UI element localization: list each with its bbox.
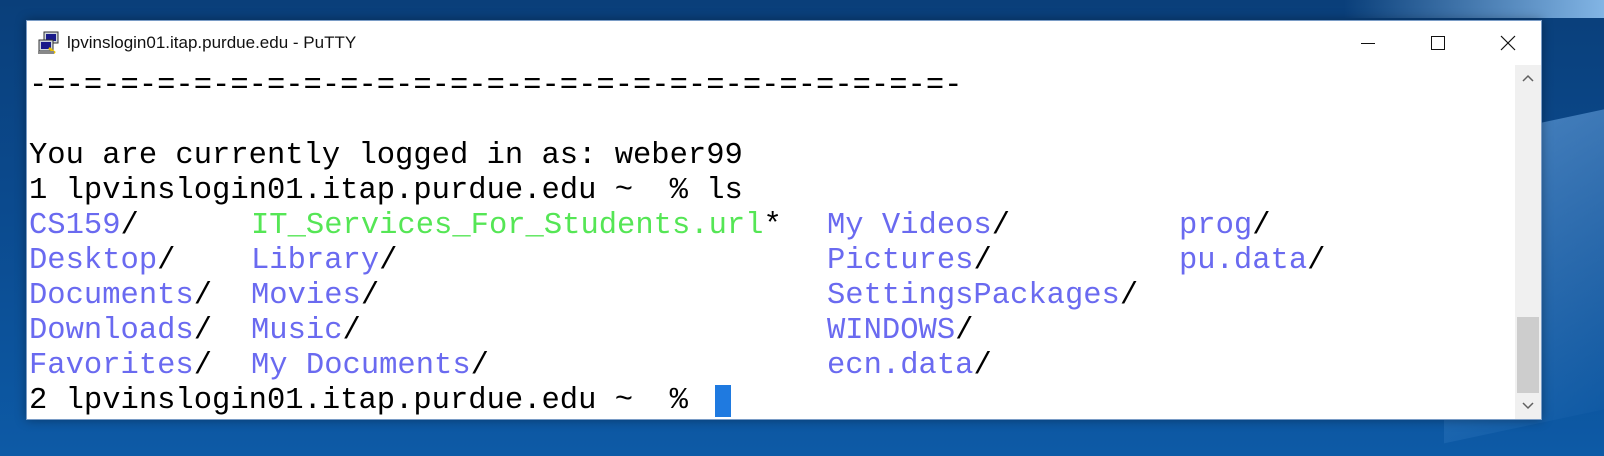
- login-info-line: You are currently logged in as: weber99: [29, 139, 743, 173]
- separator-line: -=-=-=-=-=-=-=-=-=-=-=-=-=-=-=-=-=-=-=-=…: [29, 69, 963, 103]
- dir-entry: My Documents: [251, 349, 471, 383]
- listing-row: Documents/ Movies/ SettingsPackages/: [29, 279, 1139, 313]
- desktop-highlight: [1344, 0, 1604, 18]
- listing-row: Favorites/ My Documents/ ecn.data/: [29, 349, 992, 383]
- terminal-area[interactable]: -=-=-=-=-=-=-=-=-=-=-=-=-=-=-=-=-=-=-=-=…: [27, 65, 1515, 419]
- dir-entry: WINDOWS: [827, 314, 956, 348]
- close-button[interactable]: [1473, 21, 1543, 65]
- dir-entry: Movies: [251, 279, 361, 313]
- dir-entry: Library: [251, 244, 380, 278]
- exe-entry: IT_Services_For_Students.url: [251, 209, 764, 243]
- dir-entry: Downloads: [29, 314, 194, 348]
- listing-row: Desktop/ Library/ Pictures/ pu.data/: [29, 244, 1326, 278]
- dir-entry: CS159: [29, 209, 121, 243]
- vertical-scrollbar[interactable]: [1515, 65, 1541, 419]
- listing-row: Downloads/ Music/ WINDOWS/: [29, 314, 974, 348]
- dir-entry: Pictures: [827, 244, 974, 278]
- dir-entry: Music: [251, 314, 343, 348]
- scroll-thumb[interactable]: [1517, 317, 1539, 393]
- dir-entry: SettingsPackages: [827, 279, 1120, 313]
- maximize-button[interactable]: [1403, 21, 1473, 65]
- minimize-icon: [1361, 43, 1375, 44]
- putty-window: lpvinslogin01.itap.purdue.edu - PuTTY -=…: [26, 20, 1542, 420]
- dir-entry: prog: [1179, 209, 1253, 243]
- prompt-text: 2 lpvinslogin01.itap.purdue.edu ~ %: [29, 384, 707, 418]
- scroll-down-button[interactable]: [1515, 393, 1541, 419]
- dir-entry: pu.data: [1179, 244, 1308, 278]
- text-cursor: [715, 385, 731, 417]
- dir-entry: My Videos: [827, 209, 992, 243]
- scroll-up-icon: [1522, 74, 1534, 82]
- dir-entry: Desktop: [29, 244, 158, 278]
- maximize-icon: [1431, 36, 1445, 50]
- dir-entry: Favorites: [29, 349, 194, 383]
- listing-row: CS159/ IT_Services_For_Students.url* My …: [29, 209, 1271, 243]
- putty-icon[interactable]: [37, 31, 61, 55]
- title-bar[interactable]: lpvinslogin01.itap.purdue.edu - PuTTY: [27, 21, 1541, 65]
- dir-entry: Documents: [29, 279, 194, 313]
- prompt-line-2[interactable]: 2 lpvinslogin01.itap.purdue.edu ~ %: [29, 384, 731, 418]
- prompt-line-1: 1 lpvinslogin01.itap.purdue.edu ~ % ls: [29, 174, 743, 208]
- window-title: lpvinslogin01.itap.purdue.edu - PuTTY: [67, 33, 357, 52]
- scroll-up-button[interactable]: [1515, 65, 1541, 91]
- dir-entry: ecn.data: [827, 349, 974, 383]
- close-icon: [1500, 35, 1516, 51]
- scroll-down-icon: [1522, 402, 1534, 410]
- minimize-button[interactable]: [1333, 21, 1403, 65]
